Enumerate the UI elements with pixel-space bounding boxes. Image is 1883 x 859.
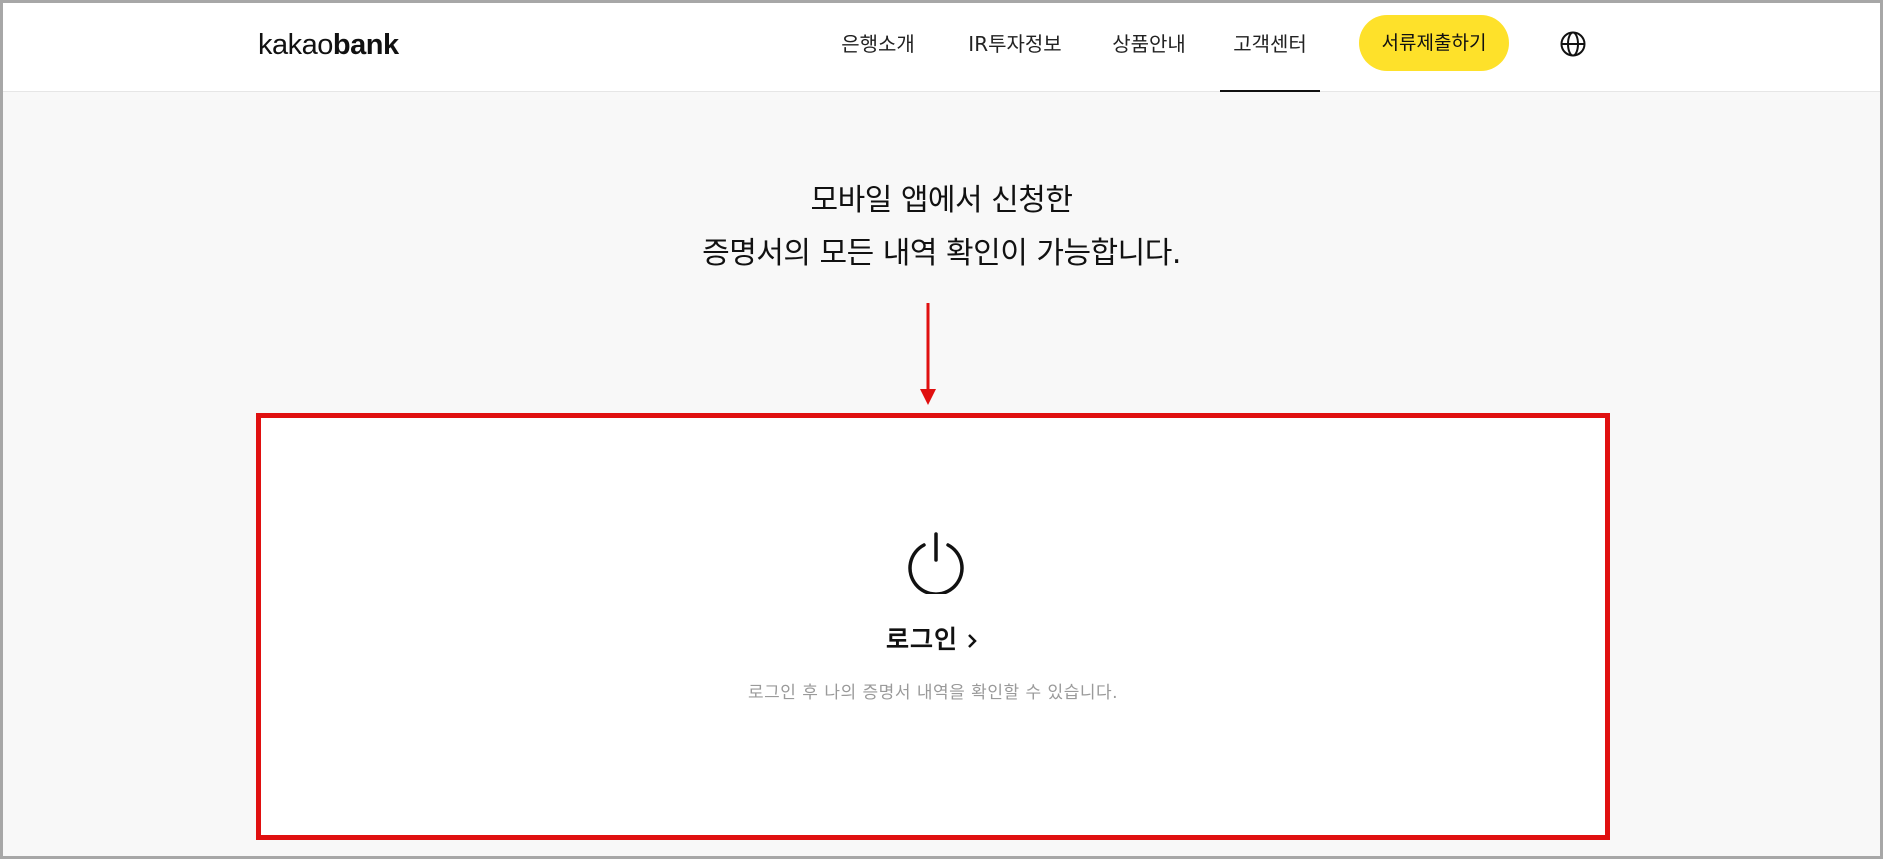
- login-description: 로그인 후 나의 증명서 내역을 확인할 수 있습니다.: [747, 683, 1119, 703]
- arrow-down-icon: [920, 303, 936, 405]
- nav-item-ir[interactable]: IR투자정보: [968, 3, 1062, 92]
- nav-item-customer-center[interactable]: 고객센터: [1220, 3, 1320, 92]
- submit-documents-button[interactable]: 서류제출하기: [1359, 15, 1509, 71]
- kakaobank-logo[interactable]: kakaobank: [258, 29, 399, 62]
- nav-item-products[interactable]: 상품안내: [1109, 3, 1189, 92]
- globe-icon[interactable]: [1559, 30, 1587, 58]
- headline-line-1: 모바일 앱에서 신청한: [810, 183, 1073, 218]
- power-icon[interactable]: [904, 530, 968, 594]
- login-label: 로그인: [885, 625, 958, 654]
- logo-text-light: kakao: [258, 29, 333, 61]
- login-card: 로그인 로그인 후 나의 증명서 내역을 확인할 수 있습니다.: [256, 413, 1610, 840]
- login-link[interactable]: 로그인: [261, 620, 1605, 656]
- headline-line-2: 증명서의 모든 내역 확인이 가능합니다.: [702, 236, 1181, 271]
- nav-item-about[interactable]: 은행소개: [838, 3, 918, 92]
- site-header: kakaobank 은행소개 IR투자정보 상품안내 고객센터 서류제출하기: [3, 3, 1880, 92]
- chevron-right-icon: [968, 634, 977, 648]
- logo-text-bold: bank: [332, 29, 399, 61]
